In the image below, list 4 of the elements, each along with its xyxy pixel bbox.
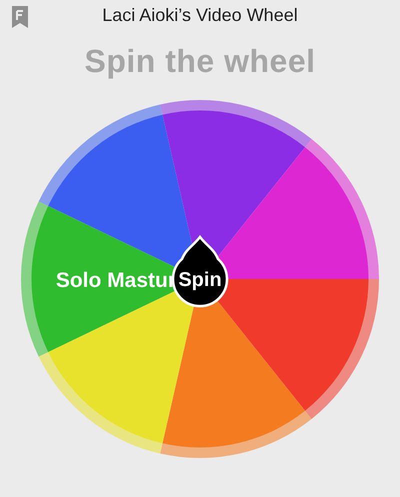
heading: Spin the wheel <box>84 43 316 79</box>
spin-button[interactable]: Spin <box>172 236 228 308</box>
bookmark-icon[interactable] <box>11 5 29 29</box>
window-title: Laci Aioki’s Video Wheel <box>102 4 298 27</box>
